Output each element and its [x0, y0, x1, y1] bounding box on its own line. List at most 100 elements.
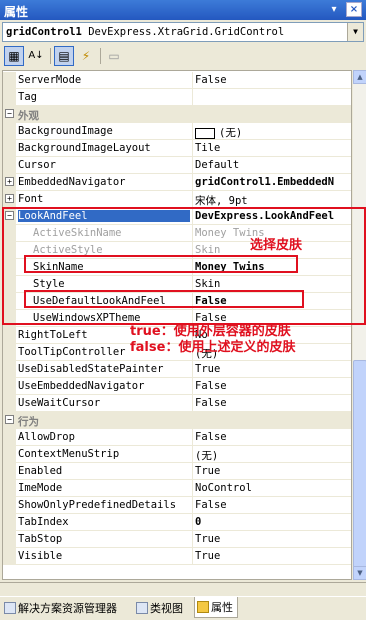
property-name: TabIndex	[18, 516, 69, 528]
property-row[interactable]: BackgroundImageLayout Tile	[3, 140, 351, 157]
property-pages-icon[interactable]: ▭	[104, 46, 124, 66]
property-row[interactable]: + EmbeddedNavigator gridControl1.EmbeddedN	[3, 174, 351, 191]
property-row[interactable]: UseWaitCursor False	[3, 395, 351, 412]
tab-class-view[interactable]: 类视图	[134, 598, 187, 617]
column-divider[interactable]	[192, 429, 193, 446]
column-divider[interactable]	[192, 72, 193, 89]
column-divider[interactable]	[192, 463, 193, 480]
tab-properties[interactable]: 属性	[194, 597, 238, 618]
property-value[interactable]: False	[195, 499, 351, 511]
object-name: gridControl1	[6, 26, 82, 38]
column-divider[interactable]	[192, 514, 193, 531]
expand-icon[interactable]: +	[5, 177, 14, 186]
row-gutter	[3, 480, 16, 497]
property-row[interactable]: UseEmbeddedNavigator False	[3, 378, 351, 395]
description-pane	[0, 582, 366, 596]
properties-tab-icon	[197, 601, 209, 613]
property-name: BackgroundImageLayout	[18, 142, 151, 154]
vertical-scrollbar[interactable]: ▲ ▼	[352, 70, 366, 580]
property-name: UseEmbeddedNavigator	[18, 380, 145, 392]
property-name: Tag	[18, 91, 37, 103]
property-row[interactable]: BackgroundImage (无)	[3, 123, 351, 140]
collapse-icon[interactable]: −	[5, 109, 14, 118]
property-row[interactable]: ServerMode False	[3, 72, 351, 89]
property-row[interactable]: TabIndex 0	[3, 514, 351, 531]
property-row[interactable]: ShowOnlyPredefinedDetails False	[3, 497, 351, 514]
column-divider[interactable]	[192, 191, 193, 208]
column-divider[interactable]	[192, 497, 193, 514]
scroll-thumb[interactable]	[353, 360, 366, 570]
annotation-false-note: false：使用上述定义的皮肤	[130, 340, 296, 355]
property-value[interactable]: 0	[195, 516, 351, 528]
property-row[interactable]: Enabled True	[3, 463, 351, 480]
column-divider[interactable]	[192, 446, 193, 463]
alphabetical-icon[interactable]: A↓	[26, 46, 46, 66]
window-titlebar: 属性 ▾ ×	[0, 0, 366, 20]
column-divider[interactable]	[192, 123, 193, 140]
property-value[interactable]: False	[195, 380, 351, 392]
property-row[interactable]: UseDisabledStatePainter True	[3, 361, 351, 378]
property-row[interactable]: Visible True	[3, 548, 351, 565]
property-row[interactable]: Tag	[3, 89, 351, 106]
column-divider[interactable]	[192, 531, 193, 548]
column-divider[interactable]	[192, 361, 193, 378]
property-row[interactable]: Cursor Default	[3, 157, 351, 174]
properties-toolbar: ▦ A↓ ▤ ⚡ ▭	[0, 44, 366, 68]
scroll-up-icon[interactable]: ▲	[353, 70, 366, 84]
column-divider[interactable]	[192, 548, 193, 565]
property-value[interactable]: Tile	[195, 142, 351, 154]
property-name: AllowDrop	[18, 431, 75, 443]
properties-icon[interactable]: ▤	[54, 46, 74, 66]
row-gutter	[3, 72, 16, 89]
row-gutter	[3, 497, 16, 514]
category-row[interactable]: − 行为	[3, 412, 351, 429]
column-divider[interactable]	[192, 480, 193, 497]
property-value[interactable]: (无)	[195, 448, 351, 463]
scroll-down-icon[interactable]: ▼	[353, 566, 366, 580]
expand-icon[interactable]: +	[5, 194, 14, 203]
solution-explorer-icon	[4, 602, 16, 614]
category-row[interactable]: − 外观	[3, 106, 351, 123]
collapse-icon[interactable]: −	[5, 415, 14, 424]
property-value[interactable]: True	[195, 533, 351, 545]
close-button[interactable]: ×	[346, 2, 362, 17]
column-divider[interactable]	[192, 395, 193, 412]
property-name: ServerMode	[18, 74, 82, 86]
property-row[interactable]: ContextMenuStrip (无)	[3, 446, 351, 463]
row-gutter	[3, 327, 16, 344]
row-gutter	[3, 89, 16, 106]
row-gutter	[3, 123, 16, 140]
categorized-icon[interactable]: ▦	[4, 46, 24, 66]
property-value[interactable]: NoControl	[195, 482, 351, 494]
property-name: ImeMode	[18, 482, 63, 494]
pin-dropdown-icon[interactable]: ▾	[326, 2, 342, 17]
property-name: UseWaitCursor	[18, 397, 101, 409]
property-value[interactable]: gridControl1.EmbeddedN	[195, 176, 351, 188]
property-name: Cursor	[18, 159, 56, 171]
property-value[interactable]: True	[195, 550, 351, 562]
chevron-down-icon[interactable]: ▼	[347, 23, 363, 41]
property-row[interactable]: ImeMode NoControl	[3, 480, 351, 497]
property-value[interactable]: Default	[195, 159, 351, 171]
column-divider[interactable]	[192, 89, 193, 106]
property-value[interactable]: False	[195, 431, 351, 443]
property-value[interactable]: False	[195, 397, 351, 409]
object-selector[interactable]: gridControl1 DevExpress.XtraGrid.GridCon…	[2, 22, 364, 42]
property-name: EmbeddedNavigator	[18, 176, 126, 188]
tab-solution-explorer[interactable]: 解决方案资源管理器	[2, 598, 121, 617]
property-name: Enabled	[18, 465, 63, 477]
property-value[interactable]: 宋体, 9pt	[195, 193, 351, 208]
property-value[interactable]: (无)	[195, 125, 351, 140]
column-divider[interactable]	[192, 174, 193, 191]
property-row[interactable]: TabStop True	[3, 531, 351, 548]
property-value[interactable]: True	[195, 363, 351, 375]
property-value[interactable]: False	[195, 74, 351, 86]
property-row[interactable]: + Font 宋体, 9pt	[3, 191, 351, 208]
column-divider[interactable]	[192, 140, 193, 157]
column-divider[interactable]	[192, 157, 193, 174]
property-name: Font	[18, 193, 44, 205]
events-icon[interactable]: ⚡	[76, 46, 96, 66]
column-divider[interactable]	[192, 378, 193, 395]
property-value[interactable]: True	[195, 465, 351, 477]
property-row[interactable]: AllowDrop False	[3, 429, 351, 446]
